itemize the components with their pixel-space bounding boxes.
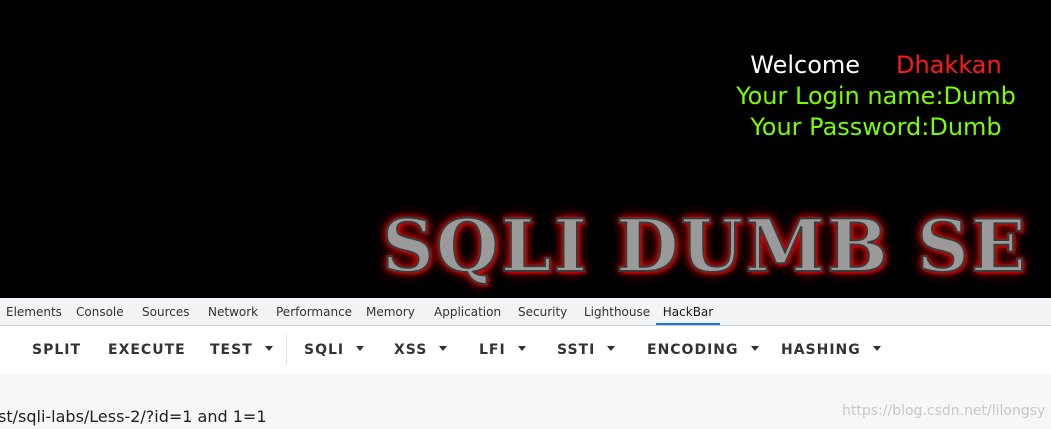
encoding-button-label: ENCODING bbox=[647, 342, 739, 358]
login-name-text: Your Login name:Dumb bbox=[736, 82, 1016, 110]
chevron-down-icon bbox=[750, 345, 759, 351]
tab-application[interactable]: Application bbox=[434, 298, 501, 325]
split-button-label: SPLIT bbox=[32, 342, 82, 358]
welcome-text: Welcome bbox=[750, 51, 861, 79]
chevron-down-icon bbox=[607, 345, 616, 351]
chevron-down-icon bbox=[264, 345, 273, 351]
welcome-line: Welcome Dhakkan bbox=[720, 50, 1032, 81]
toolbar-divider bbox=[286, 335, 287, 365]
hashing-dropdown-button[interactable]: HASHING bbox=[781, 326, 881, 374]
devtools-tab-bar: Elements Console Sources Network Perform… bbox=[0, 298, 1051, 326]
tab-security[interactable]: Security bbox=[518, 298, 567, 325]
tab-lighthouse[interactable]: Lighthouse bbox=[584, 298, 650, 325]
ssti-button-label: SSTI bbox=[557, 342, 596, 358]
user-name-text: Dhakkan bbox=[896, 51, 1002, 79]
hashing-button-label: HASHING bbox=[781, 342, 861, 358]
split-button[interactable]: SPLIT bbox=[32, 326, 81, 374]
xss-button-label: XSS bbox=[394, 342, 428, 358]
chevron-down-icon bbox=[356, 345, 365, 351]
chevron-down-icon bbox=[517, 345, 526, 351]
chevron-down-icon bbox=[439, 345, 448, 351]
xss-dropdown-button[interactable]: XSS bbox=[394, 326, 448, 374]
encoding-dropdown-button[interactable]: ENCODING bbox=[647, 326, 759, 374]
sqli-banner-title: SQLI DUMB SE bbox=[381, 203, 1028, 288]
tab-console[interactable]: Console bbox=[76, 298, 124, 325]
tab-network[interactable]: Network bbox=[208, 298, 258, 325]
tab-elements[interactable]: Elements bbox=[6, 298, 62, 325]
tab-sources[interactable]: Sources bbox=[142, 298, 189, 325]
execute-button-label: EXECUTE bbox=[108, 342, 186, 358]
url-input-value[interactable]: st/sqli-labs/Less-2/?id=1 and 1=1 bbox=[0, 407, 267, 426]
hackbar-toolbar: SPLIT EXECUTE TEST SQLI XSS LFI SSTI ENC… bbox=[0, 326, 1051, 374]
welcome-block: Welcome Dhakkan Your Login name:Dumb Your… bbox=[720, 50, 1032, 143]
lfi-dropdown-button[interactable]: LFI bbox=[479, 326, 526, 374]
web-page-viewport: Welcome Dhakkan Your Login name:Dumb Your… bbox=[0, 0, 1051, 298]
watermark-text: https://blog.csdn.net/lilongsy bbox=[842, 403, 1046, 419]
test-dropdown-button[interactable]: TEST bbox=[210, 326, 273, 374]
ssti-dropdown-button[interactable]: SSTI bbox=[557, 326, 616, 374]
chevron-down-icon bbox=[872, 345, 881, 351]
test-button-label: TEST bbox=[210, 342, 253, 358]
tab-memory[interactable]: Memory bbox=[366, 298, 415, 325]
lfi-button-label: LFI bbox=[479, 342, 506, 358]
tab-hackbar[interactable]: HackBar bbox=[656, 298, 720, 325]
password-text: Your Password:Dumb bbox=[750, 113, 1002, 141]
url-input-area[interactable]: st/sqli-labs/Less-2/?id=1 and 1=1 https:… bbox=[0, 374, 1051, 429]
sqli-dropdown-button[interactable]: SQLI bbox=[304, 326, 365, 374]
sqli-button-label: SQLI bbox=[304, 342, 345, 358]
tab-performance[interactable]: Performance bbox=[276, 298, 352, 325]
execute-button[interactable]: EXECUTE bbox=[108, 326, 186, 374]
